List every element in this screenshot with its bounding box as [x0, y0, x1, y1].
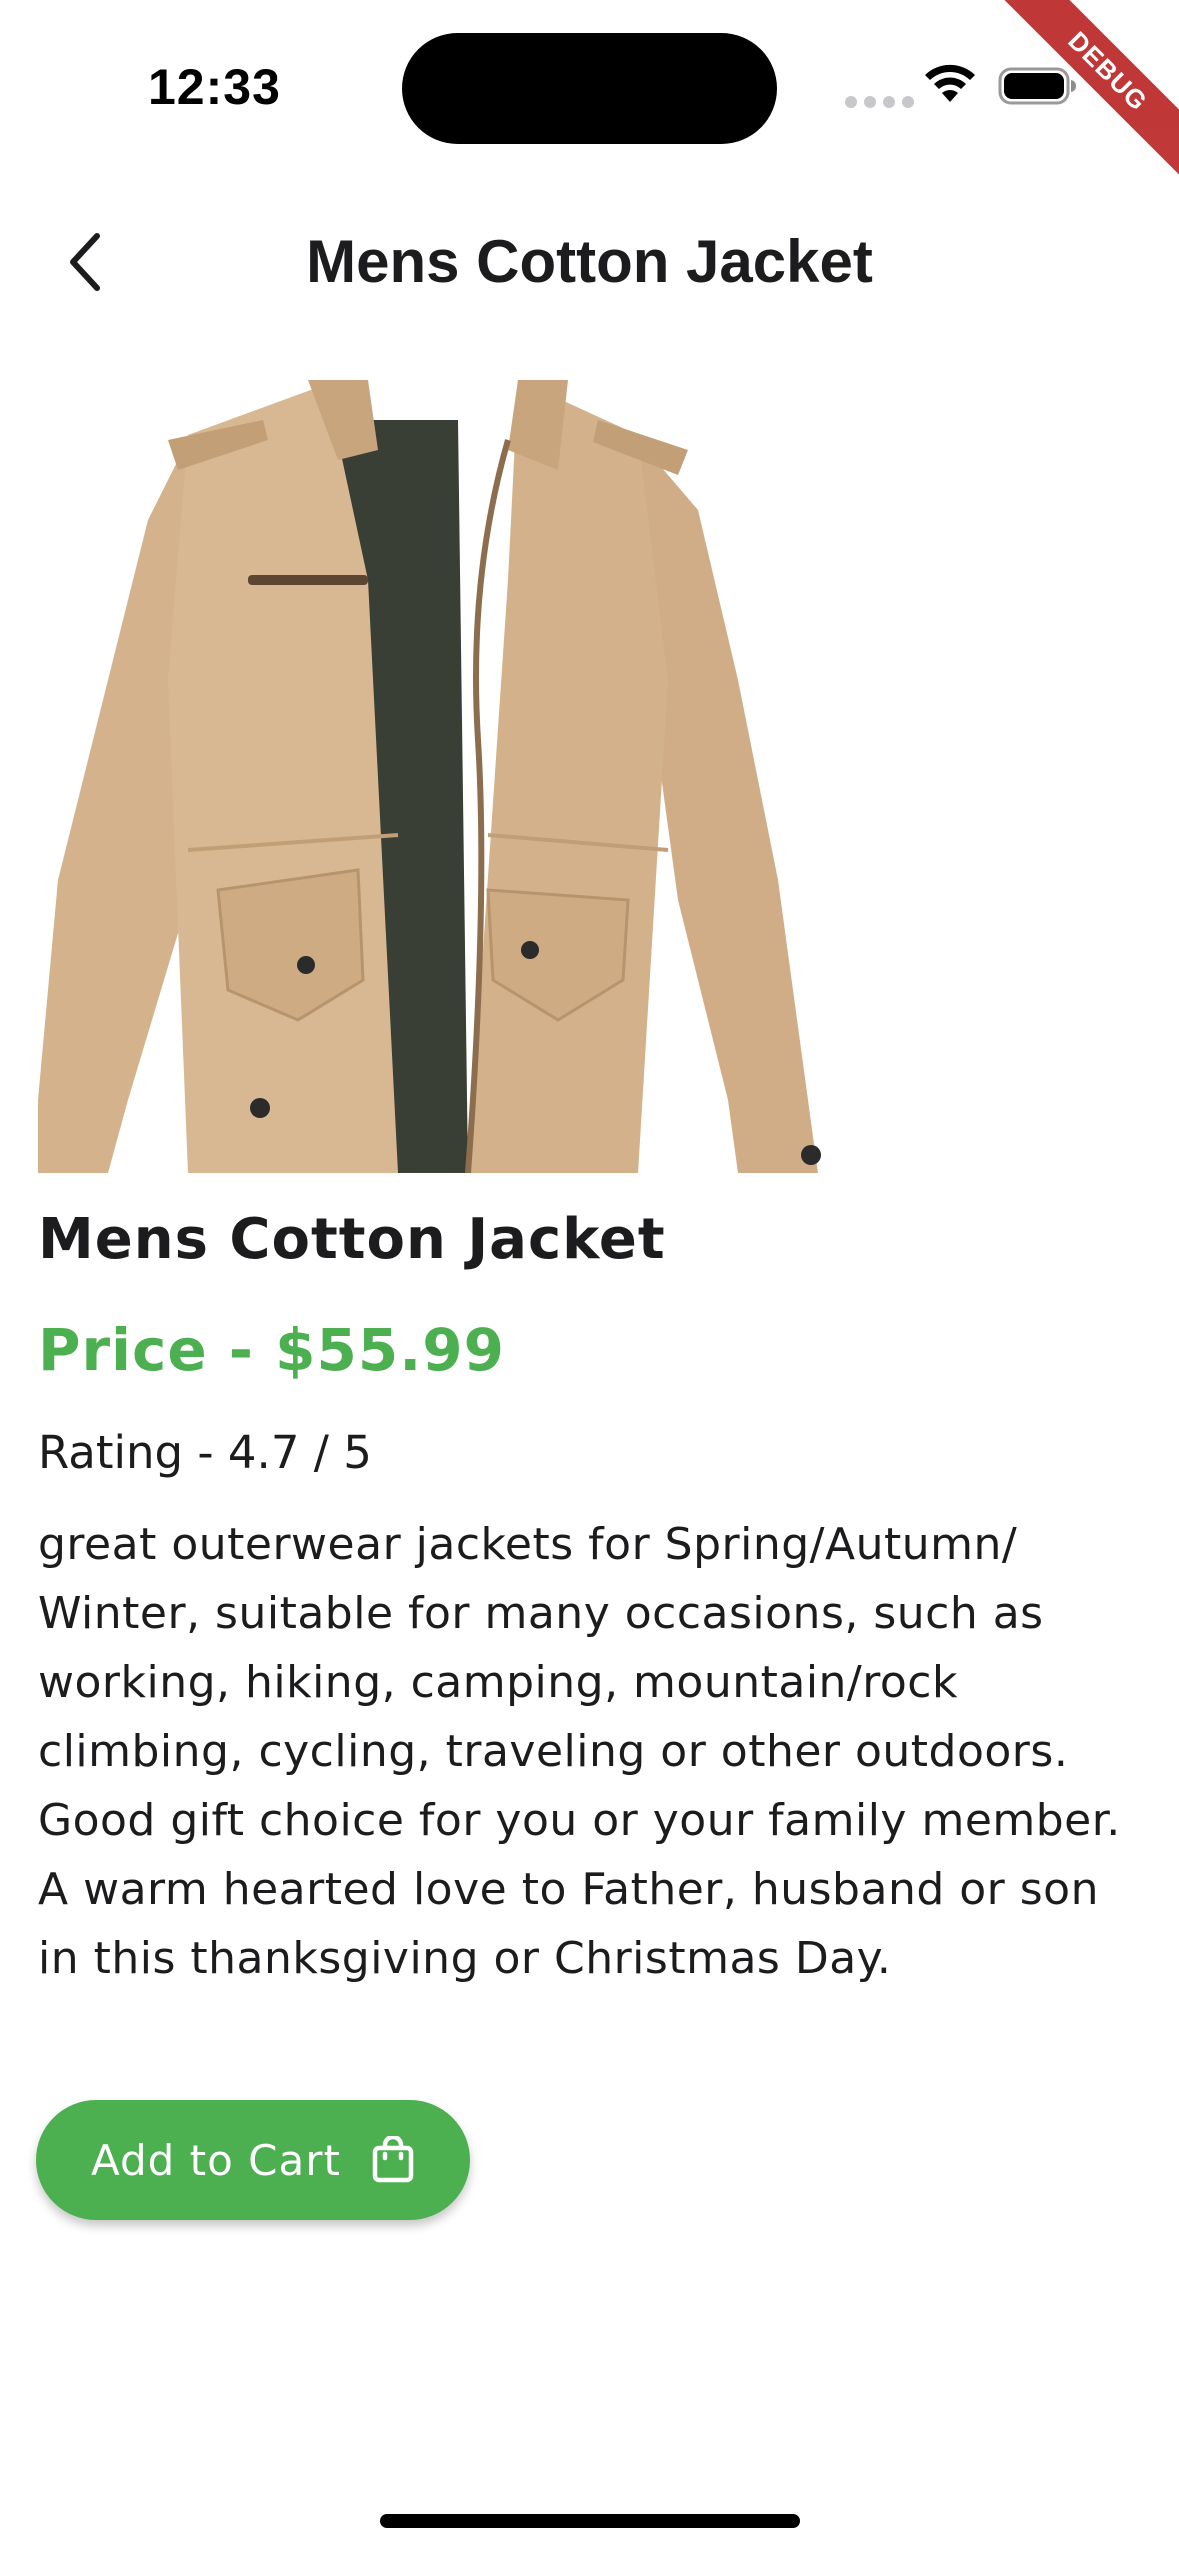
cellular-signal-icon: [845, 96, 914, 108]
battery-icon: [998, 67, 1076, 105]
page-title: Mens Cotton Jacket: [306, 228, 873, 295]
product-image: [38, 380, 821, 1173]
dynamic-island: [402, 33, 777, 144]
add-to-cart-button[interactable]: Add to Cart: [36, 2100, 470, 2220]
status-time: 12:33: [148, 59, 281, 115]
home-indicator[interactable]: [380, 2514, 800, 2528]
product-price: Price - $55.99: [38, 1316, 505, 1384]
product-rating: Rating - 4.7 / 5: [38, 1426, 372, 1479]
wifi-icon: [925, 64, 975, 102]
back-button[interactable]: [50, 222, 120, 302]
add-to-cart-label: Add to Cart: [91, 2135, 341, 2185]
chevron-left-icon: [70, 233, 100, 291]
product-description: great outerwear jackets for Spring/Autum…: [38, 1519, 1121, 1984]
product-name: Mens Cotton Jacket: [38, 1207, 666, 1272]
shopping-bag-icon: [372, 2136, 414, 2183]
